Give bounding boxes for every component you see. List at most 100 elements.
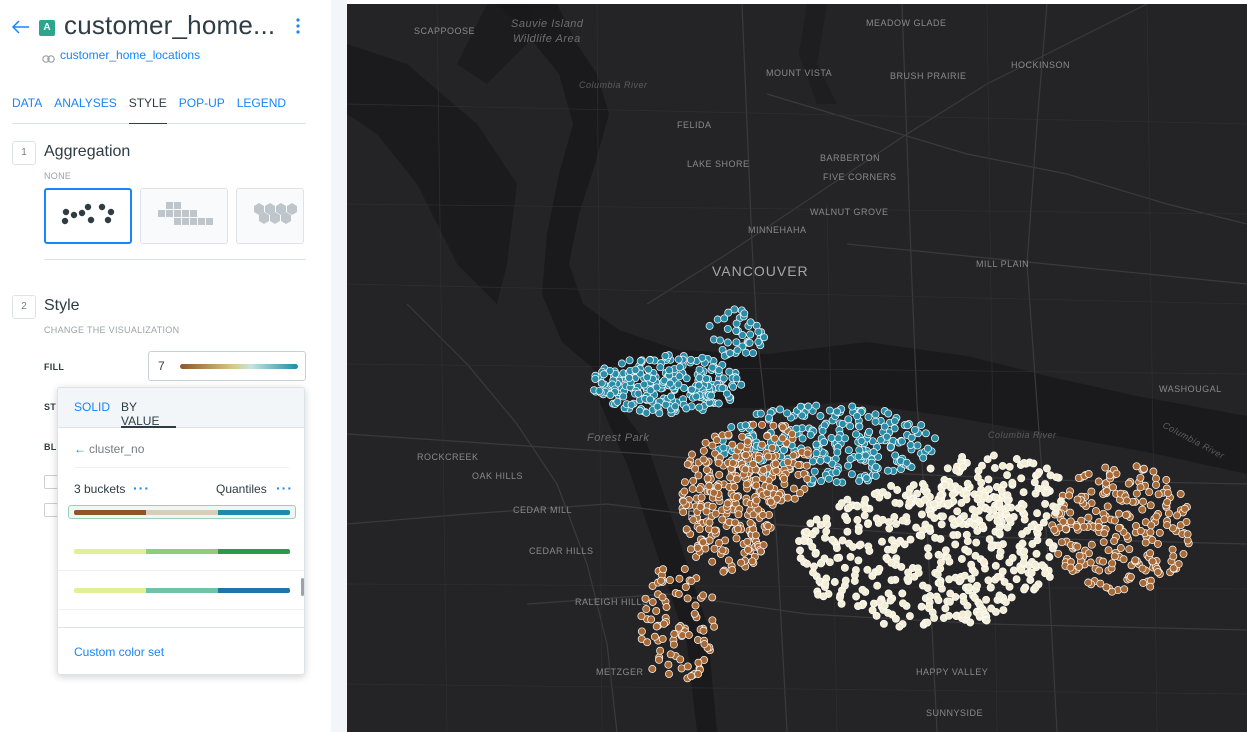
customer-point[interactable] (949, 531, 958, 540)
customer-point[interactable] (995, 500, 1004, 509)
customer-point[interactable] (741, 465, 750, 474)
customer-point[interactable] (887, 558, 896, 567)
column-back-link[interactable]: ← cluster_no (74, 442, 144, 456)
customer-point[interactable] (727, 423, 736, 432)
customer-point[interactable] (1110, 516, 1119, 525)
customer-point[interactable] (854, 556, 863, 565)
customer-point[interactable] (728, 440, 737, 449)
customer-point[interactable] (1052, 503, 1061, 512)
customer-point[interactable] (966, 618, 975, 627)
customer-point[interactable] (699, 538, 708, 547)
customer-point[interactable] (736, 442, 745, 451)
customer-point[interactable] (1008, 478, 1017, 487)
customer-point[interactable] (671, 402, 680, 411)
customer-point[interactable] (1086, 558, 1095, 567)
customer-point[interactable] (746, 318, 755, 327)
customer-point[interactable] (822, 527, 831, 536)
customer-point[interactable] (998, 567, 1007, 576)
customer-point[interactable] (819, 438, 828, 447)
customer-point[interactable] (778, 423, 787, 432)
customer-point[interactable] (771, 459, 780, 468)
customer-point[interactable] (964, 547, 973, 556)
customer-point[interactable] (758, 440, 766, 449)
customer-point[interactable] (705, 518, 714, 527)
customer-point[interactable] (806, 430, 815, 439)
customer-point[interactable] (796, 546, 804, 555)
customer-point[interactable] (861, 495, 870, 504)
customer-point[interactable] (864, 412, 873, 421)
customer-point[interactable] (648, 665, 657, 673)
customer-point[interactable] (846, 422, 855, 431)
customer-point[interactable] (1096, 579, 1105, 588)
customer-point[interactable] (701, 438, 710, 447)
customer-point[interactable] (634, 389, 643, 398)
customer-point[interactable] (828, 535, 837, 544)
customer-point[interactable] (931, 533, 940, 542)
customer-point[interactable] (983, 455, 992, 464)
customer-point[interactable] (1084, 470, 1093, 478)
customer-point[interactable] (1041, 499, 1050, 508)
customer-point[interactable] (1045, 553, 1054, 561)
customer-point[interactable] (729, 382, 738, 391)
customer-point[interactable] (682, 374, 691, 383)
customer-point[interactable] (1031, 583, 1040, 592)
customer-point[interactable] (711, 509, 720, 518)
customer-point[interactable] (726, 473, 735, 482)
customer-point[interactable] (687, 672, 696, 681)
customer-point[interactable] (1094, 523, 1103, 531)
customer-point[interactable] (723, 338, 732, 347)
customer-point[interactable] (1164, 509, 1173, 518)
customer-point[interactable] (902, 458, 911, 467)
customer-point[interactable] (694, 381, 703, 390)
customer-point[interactable] (884, 409, 893, 418)
customer-point[interactable] (678, 631, 687, 640)
customer-point[interactable] (1116, 544, 1125, 552)
quantification-menu-icon[interactable]: ··· (276, 480, 293, 496)
customer-point[interactable] (959, 462, 968, 471)
customer-point[interactable] (1003, 471, 1012, 480)
customer-point[interactable] (714, 399, 723, 408)
customer-point[interactable] (1031, 560, 1040, 569)
customer-point[interactable] (726, 349, 734, 358)
customer-point[interactable] (788, 429, 797, 438)
customer-point[interactable] (808, 542, 817, 551)
customer-point[interactable] (982, 616, 991, 625)
customer-point[interactable] (723, 499, 732, 508)
customer-point[interactable] (941, 481, 950, 490)
customer-point[interactable] (840, 563, 849, 572)
customer-point[interactable] (912, 523, 921, 532)
customer-point[interactable] (931, 434, 939, 443)
customer-point[interactable] (1122, 510, 1130, 519)
customer-point[interactable] (1091, 507, 1100, 516)
customer-point[interactable] (1019, 558, 1028, 567)
customer-point[interactable] (841, 434, 849, 443)
customer-point[interactable] (682, 525, 691, 534)
customer-point[interactable] (1054, 549, 1063, 558)
customer-point[interactable] (684, 631, 693, 639)
customer-point[interactable] (680, 478, 689, 487)
customer-point[interactable] (1162, 475, 1171, 484)
customer-point[interactable] (714, 458, 723, 467)
customer-point[interactable] (899, 599, 907, 608)
customer-point[interactable] (708, 593, 717, 602)
customer-point[interactable] (686, 545, 695, 554)
customer-point[interactable] (1033, 509, 1042, 518)
tab-pop-up[interactable]: POP-UP (179, 95, 225, 124)
customer-point[interactable] (1066, 508, 1075, 517)
customer-point[interactable] (843, 516, 852, 525)
customer-point[interactable] (1038, 561, 1047, 570)
customer-point[interactable] (990, 464, 999, 472)
customer-point[interactable] (637, 612, 646, 621)
customer-point[interactable] (1136, 473, 1145, 482)
color-ramp-option[interactable] (74, 510, 290, 515)
customer-point[interactable] (670, 630, 679, 638)
customer-point[interactable] (742, 480, 751, 489)
customer-point[interactable] (754, 454, 763, 463)
customer-point[interactable] (855, 476, 864, 485)
customer-point[interactable] (1169, 564, 1178, 573)
customer-point[interactable] (804, 402, 813, 411)
customer-point[interactable] (919, 453, 928, 462)
customer-point[interactable] (694, 471, 703, 480)
customer-point[interactable] (843, 527, 852, 536)
customer-point[interactable] (917, 510, 926, 519)
